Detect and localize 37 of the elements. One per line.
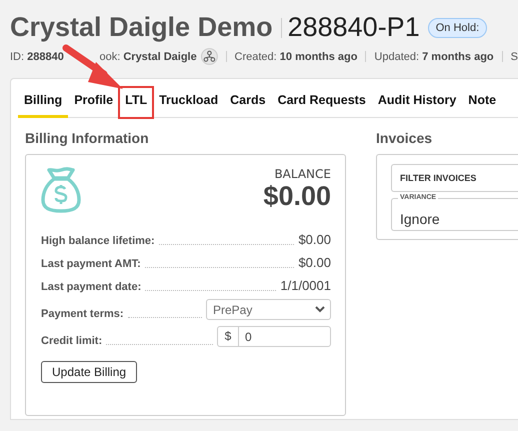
tab[interactable]: Card Requests [272, 87, 372, 118]
annotation-arrow [62, 44, 124, 90]
tab[interactable]: Audit History [372, 87, 462, 118]
field-value: 1/1/0001 [280, 278, 331, 293]
tab[interactable]: LTL [119, 87, 154, 118]
status-badge: On Hold: [428, 18, 488, 38]
page-title: Crystal Daigle Demo [10, 12, 273, 43]
meta-text: ID: 288840 [10, 50, 64, 62]
credit-limit-field[interactable]: $ 0 [217, 326, 331, 347]
tab[interactable]: Billing [18, 87, 68, 118]
tab[interactable]: Note [462, 87, 502, 118]
field-value: $0.00 [298, 255, 331, 270]
field-label: Payment terms: [41, 308, 124, 320]
balance-label: BALANCE [274, 167, 331, 181]
hierarchy-icon[interactable] [200, 48, 218, 65]
meta-text: S [510, 50, 518, 62]
balance-amount: $0.00 [263, 181, 331, 212]
credit-limit-input[interactable]: 0 [239, 330, 330, 344]
section-heading: Invoices [376, 130, 434, 146]
field-label: Last payment AMT: [41, 258, 141, 270]
filter-invoices-button[interactable]: FILTER INVOICES [391, 164, 518, 192]
payment-terms-select[interactable]: PrePay [206, 299, 331, 320]
field-value: $0.00 [298, 232, 331, 247]
meta-text: ook: Crystal Daigle [99, 50, 197, 62]
chevron-down-icon [315, 306, 325, 313]
field-label: Credit limit: [41, 335, 102, 347]
field-label: High balance lifetime: [41, 235, 155, 247]
account-number: 288840-P1 [288, 12, 420, 43]
field-label: Last payment date: [41, 281, 142, 293]
money-bag-icon [41, 167, 81, 213]
meta-text: Created: 10 months ago [234, 50, 358, 62]
tab[interactable]: Truckload [153, 87, 224, 118]
tab[interactable]: Cards [224, 87, 272, 118]
update-billing-button[interactable]: Update Billing [41, 361, 138, 383]
meta-text: Updated: 7 months ago [374, 50, 494, 62]
section-heading: Billing Information [25, 130, 150, 146]
tab[interactable]: Profile [68, 87, 120, 118]
